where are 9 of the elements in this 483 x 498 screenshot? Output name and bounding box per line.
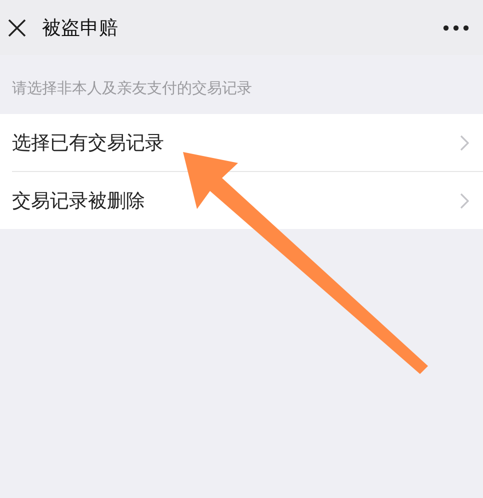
chevron-icon xyxy=(460,134,469,150)
option-row[interactable]: 交易记录被删除 xyxy=(12,172,483,229)
chevron-icon xyxy=(460,192,469,208)
option-label: 选择已有交易记录 xyxy=(12,130,165,156)
hint-text: 请选择非本人及亲友支付的交易记录 xyxy=(11,78,253,99)
close-icon[interactable] xyxy=(6,16,28,38)
option-label: 交易记录被删除 xyxy=(12,188,146,214)
more-icon[interactable] xyxy=(443,24,469,30)
page-title: 被盗申赔 xyxy=(42,16,119,40)
